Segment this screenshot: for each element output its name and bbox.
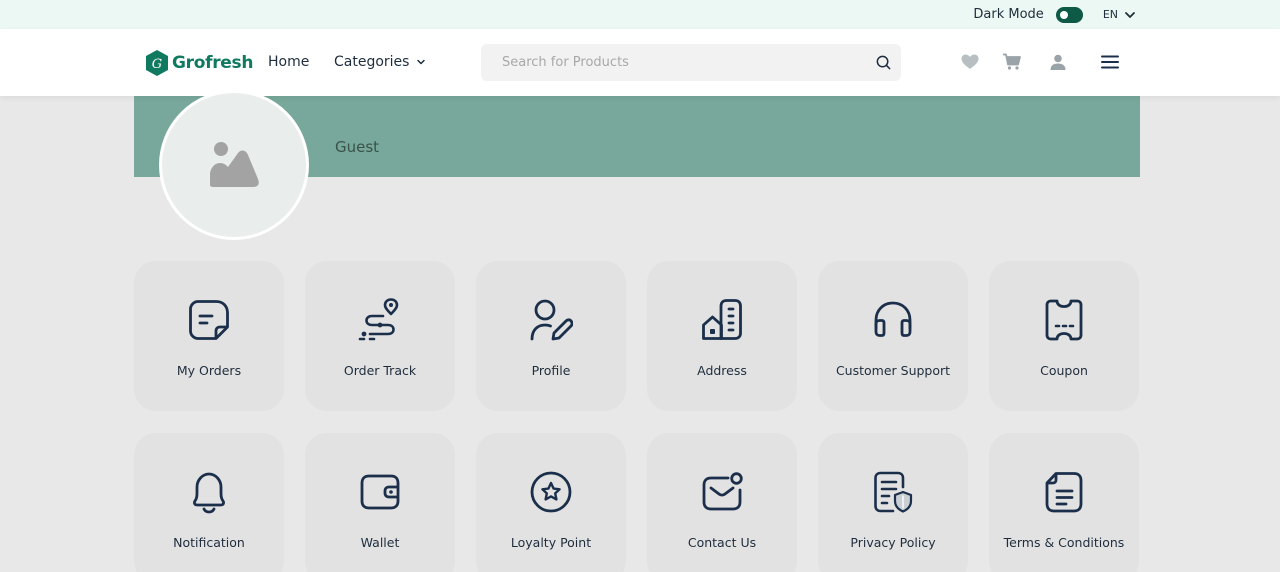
coupon-icon — [1045, 299, 1083, 341]
avatar[interactable] — [159, 90, 309, 240]
privacy-shield-icon — [874, 471, 913, 513]
header: G Grofresh Home Categories — [0, 29, 1280, 96]
orders-icon — [189, 300, 229, 340]
cart-icon[interactable] — [1002, 52, 1022, 72]
logo-icon: G — [146, 50, 168, 76]
profile-name: Guest — [335, 138, 380, 156]
menu-card-label: My Orders — [176, 363, 242, 378]
mail-icon — [702, 472, 743, 511]
menu-card-label: Address — [697, 363, 747, 378]
menu-card-wallet[interactable]: Wallet — [305, 433, 455, 572]
top-bar: Dark Mode EN — [0, 0, 1280, 29]
menu-card-contact-us[interactable]: Contact Us — [647, 433, 797, 572]
menu-card-privacy-policy[interactable]: Privacy Policy — [818, 433, 968, 572]
headset-icon — [874, 301, 912, 337]
user-icon[interactable] — [1048, 52, 1068, 72]
menu-card-label: Customer Support — [835, 363, 951, 378]
menu-card-label: Loyalty Point — [510, 535, 592, 550]
brand-name: Grofresh — [172, 53, 254, 73]
menu-card-address[interactable]: Address — [647, 261, 797, 411]
search-bar — [481, 44, 901, 81]
menu-card-customer-support[interactable]: Customer Support — [818, 261, 968, 411]
search-input[interactable] — [502, 55, 875, 70]
chevron-down-icon[interactable] — [1124, 9, 1136, 21]
nav-home-link[interactable]: Home — [268, 54, 309, 70]
language-selector[interactable]: EN — [1103, 8, 1118, 21]
logo[interactable]: G Grofresh — [145, 49, 253, 77]
nav-categories-dropdown[interactable]: Categories — [334, 54, 426, 70]
nav-categories-label: Categories — [334, 54, 410, 70]
image-placeholder-icon — [210, 142, 259, 187]
address-icon — [702, 299, 742, 340]
hamburger-menu-icon[interactable] — [1100, 52, 1120, 72]
wallet-icon — [360, 474, 400, 510]
menu-card-profile[interactable]: Profile — [476, 261, 626, 411]
menu-card-label: Order Track — [343, 363, 417, 378]
menu-card-label: Coupon — [1040, 363, 1088, 378]
menu-card-notification[interactable]: Notification — [134, 433, 284, 572]
svg-text:G: G — [152, 57, 162, 72]
menu-card-label: Terms & Conditions — [1003, 535, 1125, 550]
profile-edit-icon — [530, 299, 573, 341]
menu-card-label: Profile — [531, 363, 571, 378]
menu-card-loyalty-point[interactable]: Loyalty Point — [476, 433, 626, 572]
menu-card-label: Privacy Policy — [850, 535, 936, 550]
dark-mode-toggle[interactable] — [1055, 6, 1083, 23]
bell-icon — [193, 472, 225, 514]
menu-card-my-orders[interactable]: My Orders — [134, 261, 284, 411]
document-icon — [1045, 472, 1083, 513]
menu-card-terms-conditions[interactable]: Terms & Conditions — [989, 433, 1139, 572]
menu-card-label: Notification — [173, 535, 245, 550]
menu-card-order-track[interactable]: Order Track — [305, 261, 455, 411]
search-icon[interactable] — [875, 54, 892, 71]
menu-card-label: Wallet — [360, 535, 400, 550]
menu-card-label: Contact Us — [687, 535, 757, 550]
chevron-down-icon — [417, 59, 426, 65]
order-track-icon — [358, 298, 399, 341]
dark-mode-label: Dark Mode — [973, 7, 1044, 22]
star-circle-icon — [530, 471, 572, 513]
heart-icon[interactable] — [960, 52, 980, 72]
menu-card-coupon[interactable]: Coupon — [989, 261, 1139, 411]
